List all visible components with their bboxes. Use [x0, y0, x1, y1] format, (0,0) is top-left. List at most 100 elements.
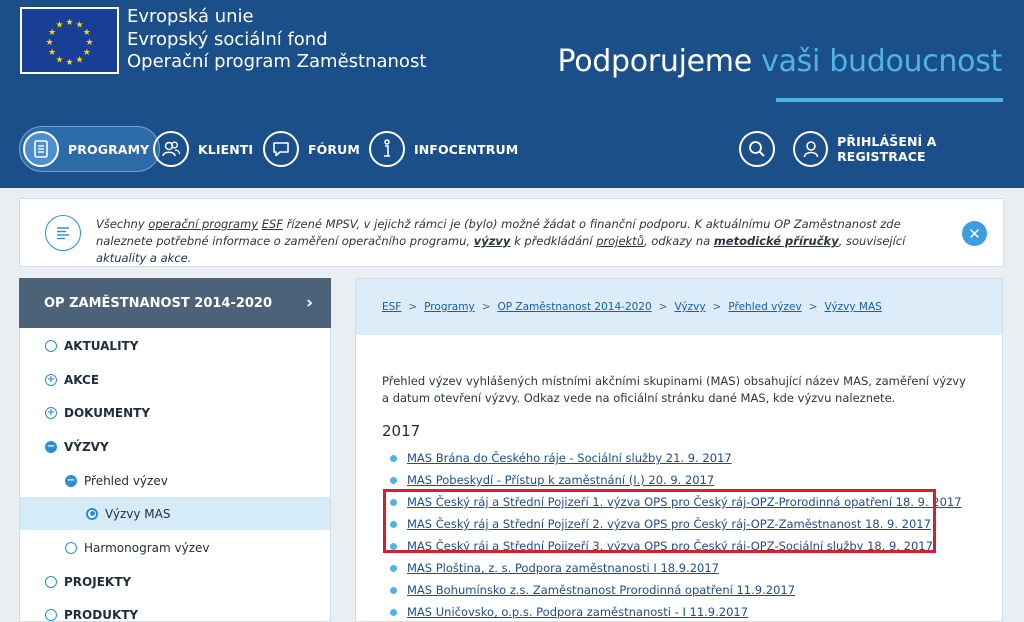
list-item: MAS Brána do Českého ráje - Sociální slu…	[390, 447, 962, 469]
call-link[interactable]: MAS Bohumínsko z.s. Zaměstnanost Prorodi…	[407, 583, 795, 597]
sidebar-menu: AKTUALITY + AKCE + DOKUMENTY − VÝZVY − P…	[19, 328, 331, 622]
call-link[interactable]: MAS Ploština, z. s. Podpora zaměstnanost…	[407, 561, 719, 575]
notice-text-part: , odkazy na	[643, 234, 714, 248]
red-highlight-box	[383, 489, 936, 553]
breadcrumb-separator: >	[712, 301, 722, 313]
plus-icon: +	[45, 406, 57, 419]
svg-text:★: ★	[83, 48, 91, 58]
nav-infocentrum[interactable]: INFOCENTRUM	[369, 127, 518, 171]
sidebar-item-label: VÝZVY	[64, 439, 109, 454]
sidebar-item-produkty[interactable]: PRODUKTY	[20, 598, 330, 622]
circle-bullet-icon	[45, 575, 57, 588]
link-projektu[interactable]: projektů	[596, 234, 644, 248]
breadcrumb-link[interactable]: Výzvy MAS	[825, 301, 882, 313]
text-lines-icon	[45, 215, 81, 251]
chat-icon	[263, 131, 299, 167]
eu-line: Operační program Zaměstnanost	[127, 51, 427, 72]
slogan-accent: vaši budoucnost	[761, 44, 1002, 79]
sidebar-title: OP ZAMĚSTNANOST 2014-2020	[44, 295, 273, 311]
sidebar-item-projekty[interactable]: PROJEKTY	[20, 565, 330, 598]
breadcrumb: ESF > Programy > OP Zaměstnanost 2014-20…	[356, 279, 1002, 335]
svg-text:★: ★	[65, 58, 73, 68]
eu-line: Evropský sociální fond	[127, 28, 328, 50]
sidebar-item-vyzvy-mas[interactable]: Výzvy MAS	[20, 497, 330, 530]
eu-program-text: Evropská unie Evropský sociální fond Ope…	[127, 6, 426, 74]
sidebar-item-label: DOKUMENTY	[64, 405, 151, 420]
breadcrumb-separator: >	[808, 301, 818, 313]
nav-label: PROGRAMY	[68, 141, 150, 157]
sidebar-item-aktuality[interactable]: AKTUALITY	[20, 329, 330, 362]
nav-klienti[interactable]: KLIENTI	[153, 127, 253, 171]
bullet-dot-icon	[390, 608, 397, 616]
eu-flag-logo: ★ ★ ★ ★ ★ ★ ★ ★ ★ ★ ★ ★	[20, 7, 119, 74]
site-header: ★ ★ ★ ★ ★ ★ ★ ★ ★ ★ ★ ★ Evropská unie Ev…	[0, 0, 1024, 188]
document-icon	[23, 131, 59, 167]
nav-label: FÓRUM	[308, 141, 360, 157]
sidebar-item-akce[interactable]: + AKCE	[20, 363, 330, 396]
nav-login-register[interactable]: PŘIHLÁŠENÍ A REGISTRACE	[793, 127, 1024, 171]
close-button[interactable]: ✕	[962, 221, 987, 246]
sidebar-item-label: Výzvy MAS	[105, 506, 171, 521]
info-notice: Všechny operační programy ESF řízené MPS…	[19, 198, 1004, 267]
notice-text-part: Všechny	[96, 217, 149, 231]
intro-text: Přehled výzev vyhlášených místními akční…	[382, 374, 966, 405]
eu-line: Evropská unie	[127, 6, 254, 27]
sidebar-item-label: PROJEKTY	[64, 574, 132, 589]
svg-text:★: ★	[75, 55, 83, 65]
breadcrumb-link[interactable]: Přehled výzev	[728, 301, 801, 313]
sidebar-item-label: PRODUKTY	[64, 607, 139, 622]
breadcrumb-link[interactable]: Programy	[424, 301, 475, 313]
bullet-dot-icon	[390, 476, 397, 484]
breadcrumb-link[interactable]: ESF	[382, 301, 401, 313]
slogan-main: Podporujeme	[557, 44, 753, 79]
list-item: MAS Uničovsko, o.p.s. Podpora zaměstnano…	[390, 601, 962, 622]
breadcrumb-separator: >	[658, 301, 668, 313]
sidebar-item-prehled-vyzev[interactable]: − Přehled výzev	[20, 464, 330, 497]
info-icon	[369, 131, 405, 167]
link-operacni-programy[interactable]: operační programy	[148, 217, 258, 231]
nav-forum[interactable]: FÓRUM	[263, 127, 360, 171]
chevron-right-icon: ›	[305, 293, 313, 313]
breadcrumb-separator: >	[481, 301, 491, 313]
call-link[interactable]: MAS Pobeskydí - Přístup k zaměstnání (I.…	[407, 473, 714, 487]
link-vyzvy[interactable]: výzvy	[474, 234, 511, 248]
sidebar-item-vyzvy[interactable]: − VÝZVY	[20, 430, 330, 463]
sidebar-item-label: Přehled výzev	[84, 473, 168, 488]
sidebar-item-harmonogram-vyzev[interactable]: Harmonogram výzev	[20, 531, 330, 564]
svg-text:★: ★	[65, 18, 73, 28]
svg-text:★: ★	[45, 38, 53, 48]
plus-icon: +	[45, 373, 57, 386]
link-metodicke-prirucky[interactable]: metodické příručky	[714, 234, 839, 248]
search-icon	[739, 131, 775, 167]
radio-dot-icon	[86, 507, 98, 520]
sidebar-item-label: AKCE	[64, 372, 100, 387]
slogan: Podporujeme vaši budoucnost	[557, 44, 1003, 79]
sidebar-item-label: Harmonogram výzev	[84, 540, 210, 555]
minus-icon: −	[65, 474, 77, 487]
sidebar-item-label: AKTUALITY	[64, 338, 139, 353]
minus-icon: −	[45, 440, 57, 453]
link-esf[interactable]: ESF	[262, 217, 283, 231]
user-icon	[793, 131, 829, 167]
bullet-dot-icon	[390, 564, 397, 572]
svg-text:★: ★	[55, 21, 63, 31]
call-link[interactable]: MAS Brána do Českého ráje - Sociální slu…	[407, 451, 732, 465]
svg-text:★: ★	[48, 48, 56, 58]
list-item: MAS Bohumínsko z.s. Zaměstnanost Prorodi…	[390, 579, 962, 601]
users-icon	[153, 131, 189, 167]
list-item: MAS Pobeskydí - Přístup k zaměstnání (I.…	[390, 469, 962, 491]
notice-text: Všechny operační programy ESF řízené MPS…	[96, 216, 916, 267]
search-button[interactable]	[739, 127, 784, 171]
circle-bullet-icon	[45, 608, 57, 621]
breadcrumb-link[interactable]: Výzvy	[674, 301, 705, 313]
breadcrumb-separator: >	[408, 301, 418, 313]
call-link[interactable]: MAS Uničovsko, o.p.s. Podpora zaměstnano…	[407, 605, 748, 619]
svg-text:★: ★	[83, 28, 91, 38]
sidebar-item-dokumenty[interactable]: + DOKUMENTY	[20, 396, 330, 429]
nav-label: INFOCENTRUM	[414, 141, 519, 157]
nav-label: PŘIHLÁŠENÍ A REGISTRACE	[837, 134, 937, 164]
breadcrumb-link[interactable]: OP Zaměstnanost 2014-2020	[498, 301, 652, 313]
sidebar-header[interactable]: OP ZAMĚSTNANOST 2014-2020 ›	[19, 278, 331, 328]
nav-programy[interactable]: PROGRAMY	[19, 126, 161, 172]
slogan-underline	[776, 98, 1003, 102]
